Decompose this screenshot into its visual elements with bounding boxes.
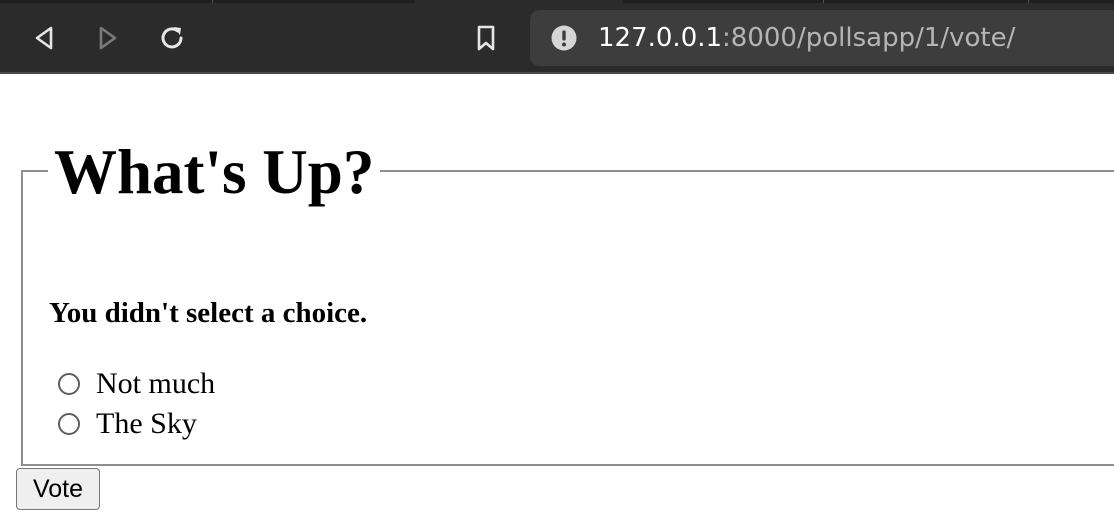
bookmark-icon <box>477 25 495 51</box>
reload-icon <box>161 27 183 49</box>
error-message: You didn't select a choice. <box>49 297 368 329</box>
choice-radio[interactable] <box>58 373 80 395</box>
tab-divider <box>1028 0 1029 3</box>
choice-label[interactable]: The Sky <box>96 407 197 441</box>
choice-label[interactable]: Not much <box>96 367 215 401</box>
tab-strip <box>0 0 1114 3</box>
url-text[interactable]: 127.0.0.1:8000/pollsapp/1/vote/ <box>598 22 1015 54</box>
url-path: :8000/pollsapp/1/vote/ <box>722 23 1016 53</box>
forward-arrow-icon <box>99 26 117 50</box>
active-tab[interactable] <box>415 0 623 3</box>
tab-divider <box>823 0 824 3</box>
back-arrow-icon <box>35 26 53 50</box>
browser-toolbar: 127.0.0.1:8000/pollsapp/1/vote/ <box>0 0 1114 74</box>
vote-button[interactable]: Vote <box>16 468 100 510</box>
choice-item[interactable]: The Sky <box>58 407 197 441</box>
back-button[interactable] <box>24 18 64 58</box>
info-icon[interactable] <box>551 25 577 51</box>
choice-item[interactable]: Not much <box>58 367 215 401</box>
url-host: 127.0.0.1 <box>598 23 723 53</box>
reload-button[interactable] <box>152 18 192 58</box>
poll-question-title: What's Up? <box>48 136 381 208</box>
bookmark-button[interactable] <box>466 18 506 58</box>
address-bar[interactable]: 127.0.0.1:8000/pollsapp/1/vote/ <box>530 10 1114 66</box>
forward-button[interactable] <box>88 18 128 58</box>
tab-divider <box>212 0 213 3</box>
choice-radio[interactable] <box>58 413 80 435</box>
